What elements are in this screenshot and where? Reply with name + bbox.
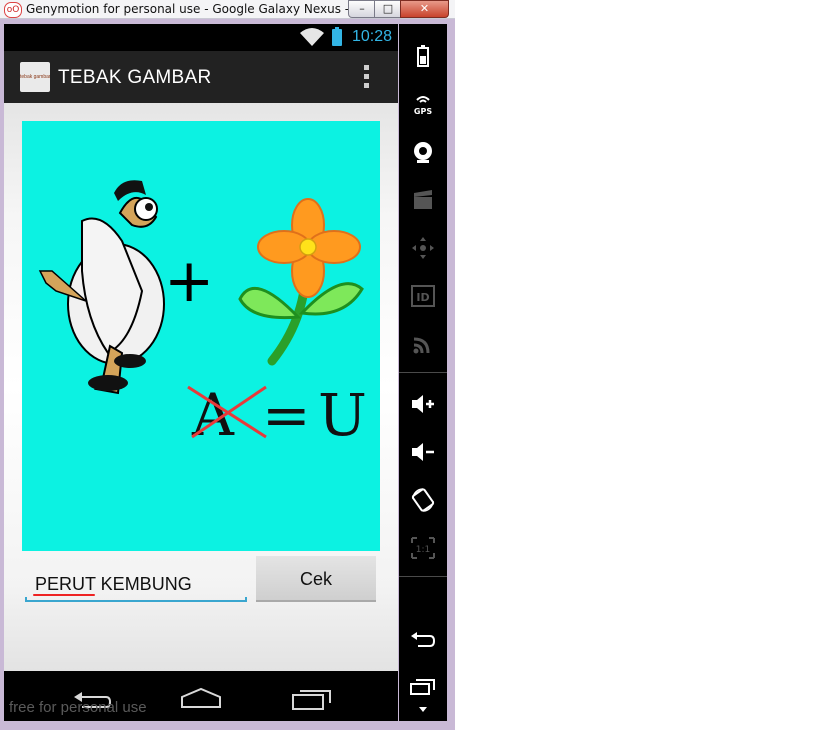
rotate-icon[interactable] bbox=[399, 480, 447, 520]
wifi-icon bbox=[300, 28, 324, 46]
dpad-icon[interactable] bbox=[399, 228, 447, 268]
window-title-bar: oO Genymotion for personal use - Google … bbox=[0, 0, 455, 19]
action-bar: tebak gambar TEBAK GAMBAR bbox=[4, 51, 398, 103]
svg-text:1:1: 1:1 bbox=[416, 545, 430, 555]
toolbar-divider bbox=[399, 372, 447, 373]
home-icon[interactable] bbox=[180, 687, 222, 709]
volume-down-icon[interactable] bbox=[399, 432, 447, 472]
status-clock: 10:28 bbox=[352, 28, 393, 45]
emulator-toolbar: GPS ID 1:1 bbox=[399, 24, 447, 721]
genymotion-icon: oO bbox=[4, 2, 22, 18]
watermark-text: free for personal use bbox=[9, 699, 147, 716]
spellcheck-underline bbox=[33, 594, 95, 596]
replacement-letter: U bbox=[318, 381, 367, 449]
puzzle-image: + A = U bbox=[22, 121, 380, 551]
answer-input-value: PERUT KEMBUNG bbox=[35, 574, 192, 594]
back-icon[interactable] bbox=[399, 619, 447, 659]
cast-icon[interactable] bbox=[399, 324, 447, 364]
maximize-button[interactable]: □ bbox=[374, 0, 402, 18]
check-button[interactable]: Cek bbox=[256, 556, 376, 602]
equals-sign: = bbox=[262, 381, 311, 449]
volume-up-icon[interactable] bbox=[399, 384, 447, 424]
plus-sign: + bbox=[164, 246, 214, 316]
more-icon[interactable] bbox=[399, 699, 447, 719]
overflow-menu-icon[interactable] bbox=[364, 65, 370, 91]
id-icon[interactable]: ID bbox=[399, 276, 447, 316]
video-capture-icon[interactable] bbox=[399, 180, 447, 220]
app-title: TEBAK GAMBAR bbox=[58, 67, 212, 88]
gps-icon[interactable]: GPS bbox=[399, 84, 447, 124]
svg-text:ID: ID bbox=[416, 291, 429, 304]
webcam-icon[interactable] bbox=[399, 132, 447, 172]
main-content: + A = U PERUT KEMBUNG Cek bbox=[4, 103, 398, 671]
battery-icon[interactable] bbox=[399, 36, 447, 76]
crossed-letter: A bbox=[191, 381, 235, 449]
input-underline bbox=[25, 597, 247, 602]
status-bar: 10:28 bbox=[4, 24, 398, 51]
toolbar-divider bbox=[399, 576, 447, 577]
app-logo: tebak gambar bbox=[20, 62, 50, 92]
minimize-button[interactable]: – bbox=[348, 0, 376, 18]
battery-icon bbox=[332, 27, 342, 46]
answer-input[interactable]: PERUT KEMBUNG bbox=[25, 566, 247, 602]
svg-text:GPS: GPS bbox=[414, 107, 432, 116]
pixel-perfect-icon[interactable]: 1:1 bbox=[399, 528, 447, 568]
recent-apps-icon[interactable] bbox=[292, 687, 332, 711]
man-illustration bbox=[38, 180, 165, 395]
flower-illustration bbox=[238, 198, 364, 366]
window-title: Genymotion for personal use - Google Gal… bbox=[26, 2, 388, 16]
close-button[interactable]: ✕ bbox=[400, 0, 449, 18]
